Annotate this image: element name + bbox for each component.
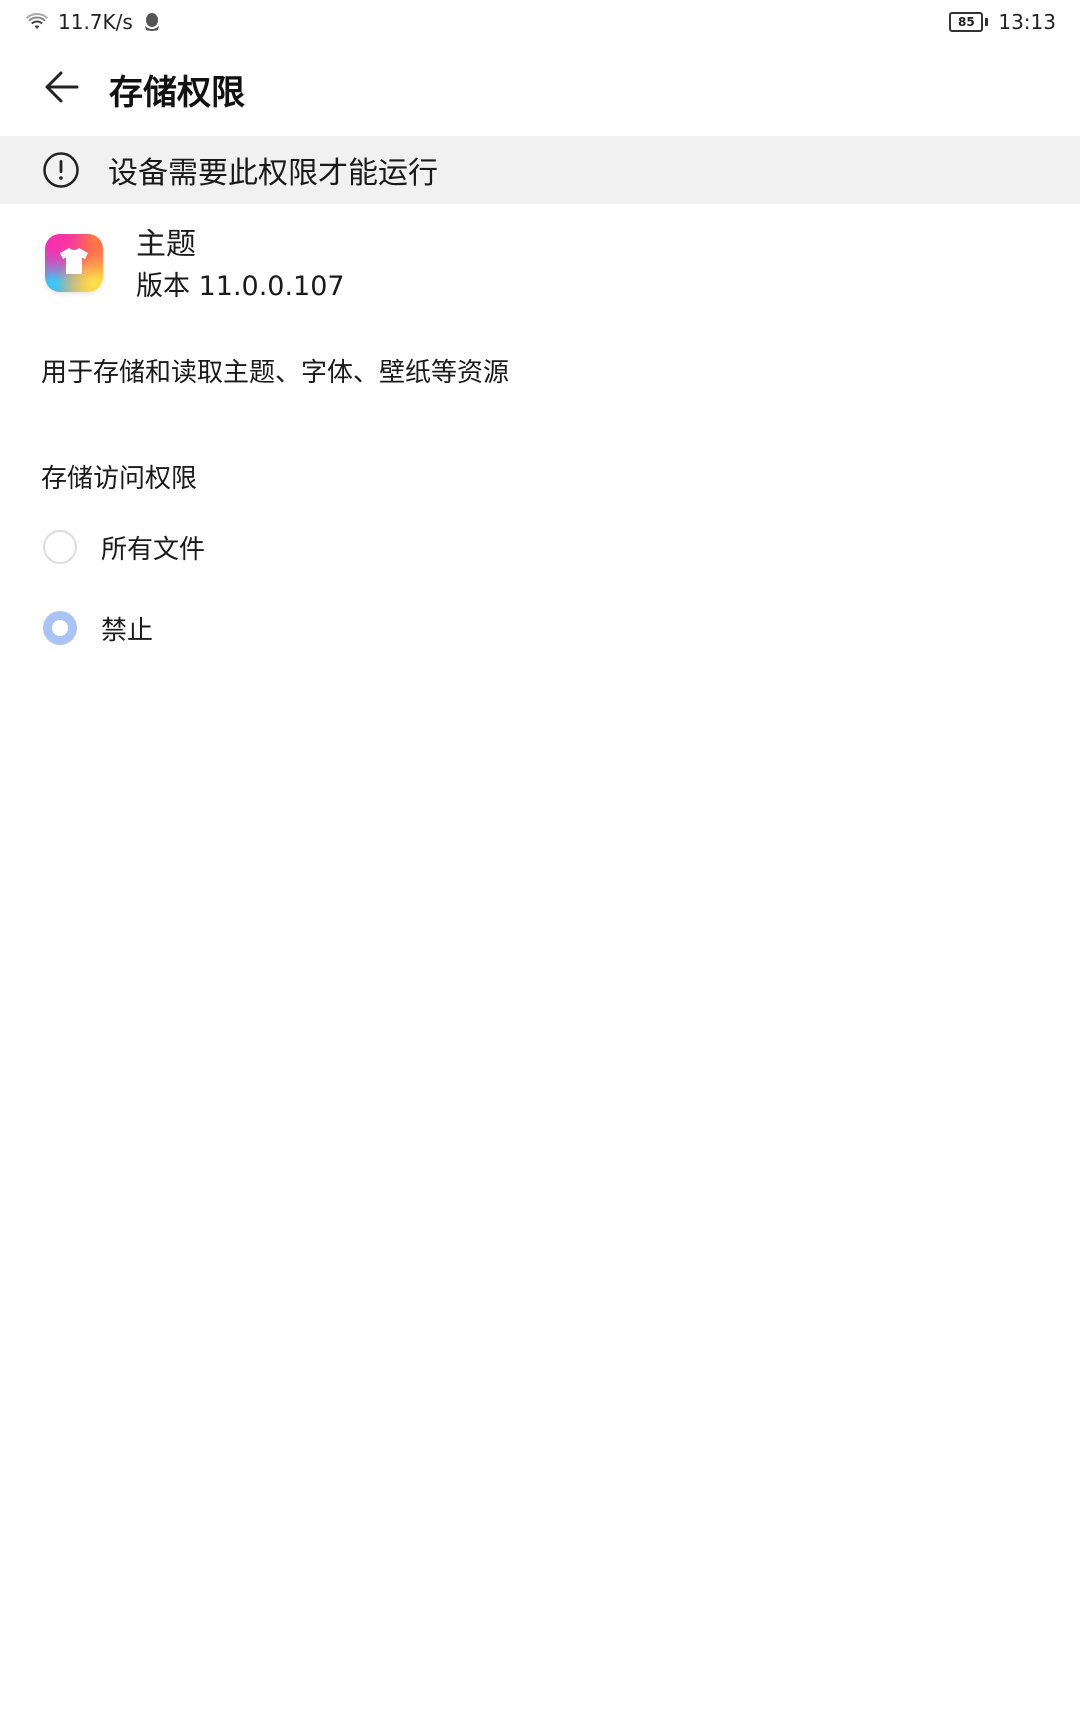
- network-speed: 11.7K/s: [58, 10, 133, 34]
- clock: 13:13: [998, 10, 1056, 34]
- radio-option-deny[interactable]: 禁止: [0, 592, 1080, 664]
- warning-text: 设备需要此权限才能运行: [108, 156, 438, 191]
- radio-option-all-files[interactable]: 所有文件: [0, 511, 1080, 583]
- t-shirt-icon: [58, 246, 90, 280]
- status-bar-left: 11.7K/s: [26, 10, 161, 34]
- warning-banner: 设备需要此权限才能运行: [0, 136, 1080, 204]
- radio-unchecked-icon[interactable]: [43, 530, 77, 564]
- status-bar-right: 85 13:13: [949, 10, 1056, 34]
- title-bar: 存储权限: [0, 44, 1080, 134]
- app-info: 主题 版本 11.0.0.107: [0, 225, 1080, 325]
- wifi-icon: [26, 13, 48, 31]
- exclamation-circle-icon: [42, 151, 80, 189]
- radio-label-deny: 禁止: [101, 615, 154, 646]
- radio-checked-icon[interactable]: [43, 611, 77, 645]
- arrow-left-icon: [41, 67, 81, 111]
- permission-description: 用于存储和读取主题、字体、壁纸等资源: [41, 358, 510, 388]
- battery-level: 85: [949, 12, 984, 32]
- radio-label-all-files: 所有文件: [101, 534, 206, 565]
- qq-icon: [143, 12, 161, 32]
- status-bar: 11.7K/s 85 13:13: [0, 0, 1080, 44]
- battery-cap: [985, 18, 989, 26]
- app-version: 版本 11.0.0.107: [136, 271, 345, 302]
- storage-permission-page: 11.7K/s 85 13:13 存储权限 设备需要此权限才能运行 主题 版本 …: [0, 0, 1080, 1728]
- battery-icon: 85: [949, 12, 989, 32]
- radio-dot: [52, 620, 68, 636]
- theme-app-icon: [45, 234, 103, 292]
- section-title: 存储访问权限: [41, 464, 198, 494]
- page-title: 存储权限: [109, 72, 245, 113]
- back-button[interactable]: [33, 61, 89, 117]
- app-text: 主题 版本 11.0.0.107: [136, 225, 345, 307]
- app-name: 主题: [136, 227, 196, 262]
